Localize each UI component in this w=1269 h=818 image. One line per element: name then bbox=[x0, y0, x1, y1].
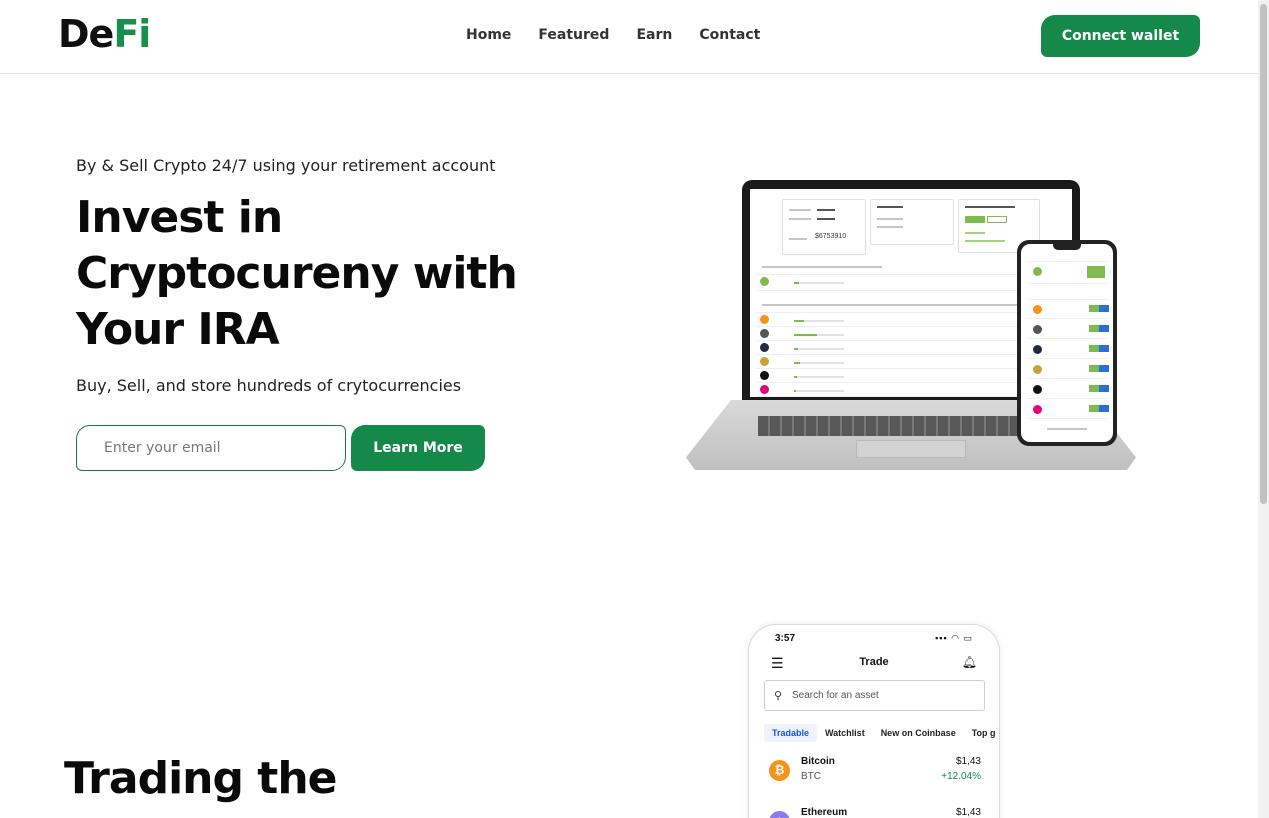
bitcoin-icon: ₿ bbox=[769, 760, 790, 781]
section-title-trading: Trading the bbox=[64, 753, 337, 804]
bell-icon: 🔔︎ bbox=[961, 655, 977, 669]
asset-row-bitcoin: ₿ Bitcoin BTC $1,43 +12.04% bbox=[769, 756, 981, 790]
nav-contact[interactable]: Contact bbox=[699, 26, 760, 44]
asset-change: +12.04% bbox=[941, 771, 981, 782]
asset-price: $1,43 bbox=[955, 807, 981, 818]
phone-tab-watchlist: Watchlist bbox=[825, 728, 865, 738]
phone-tab-new-on-coinbase: New on Coinbase bbox=[880, 728, 956, 738]
trade-phone-mockup: 3:57 ▪▪▪ ◠ ▭ ☰ Trade 🔔︎ ⚲ Search for an … bbox=[748, 624, 1000, 818]
retirement-card bbox=[870, 199, 954, 245]
asset-price: $1,43 bbox=[955, 756, 981, 767]
logo[interactable]: DeFi bbox=[58, 12, 151, 56]
logo-text-fi: Fi bbox=[113, 12, 151, 56]
main-nav: Home Featured Earn Contact bbox=[466, 26, 787, 44]
asset-name: Ethereum bbox=[801, 807, 848, 818]
scrollbar-thumb[interactable] bbox=[1260, 4, 1267, 504]
search-icon: ⚲ bbox=[774, 690, 783, 702]
hero-tagline: By & Sell Crypto 24/7 using your retirem… bbox=[76, 156, 496, 175]
phone-tab-top: Top g bbox=[971, 728, 996, 738]
nav-home[interactable]: Home bbox=[466, 26, 511, 44]
site-header: DeFi Home Featured Earn Contact Connect … bbox=[0, 0, 1258, 74]
hero-subtitle: Buy, Sell, and store hundreds of crytocu… bbox=[76, 376, 462, 395]
phone-search-field: ⚲ Search for an asset bbox=[764, 680, 985, 711]
asset-row-ethereum: ◆ Ethereum $1,43 bbox=[769, 807, 981, 818]
connect-wallet-button[interactable]: Connect wallet bbox=[1041, 15, 1200, 57]
nav-earn[interactable]: Earn bbox=[636, 26, 672, 44]
ethereum-icon: ◆ bbox=[769, 811, 790, 818]
phone-status-icons: ▪▪▪ ◠ ▭ bbox=[935, 633, 973, 643]
email-input[interactable] bbox=[76, 425, 346, 471]
phone-tabs: Tradable Watchlist New on Coinbase Top g bbox=[764, 723, 999, 743]
portfolio-value: $6753910 bbox=[815, 233, 847, 240]
laptop-touchpad bbox=[856, 440, 966, 458]
phone-search-placeholder: Search for an asset bbox=[792, 690, 879, 701]
hero-title: Invest in Cryptocureny with Your IRA bbox=[76, 192, 518, 355]
nav-featured[interactable]: Featured bbox=[538, 26, 609, 44]
phone-tab-tradable: Tradable bbox=[764, 724, 818, 742]
asset-symbol: BTC bbox=[801, 771, 821, 782]
learn-more-button[interactable]: Learn More bbox=[351, 425, 485, 471]
asset-name: Bitcoin bbox=[801, 756, 835, 767]
page-scrollbar[interactable] bbox=[1258, 0, 1269, 818]
phone-mockup-small bbox=[1017, 240, 1117, 446]
phone-time: 3:57 bbox=[775, 633, 796, 644]
logo-text-de: De bbox=[58, 12, 114, 56]
account-card: $6753910 bbox=[782, 199, 866, 255]
